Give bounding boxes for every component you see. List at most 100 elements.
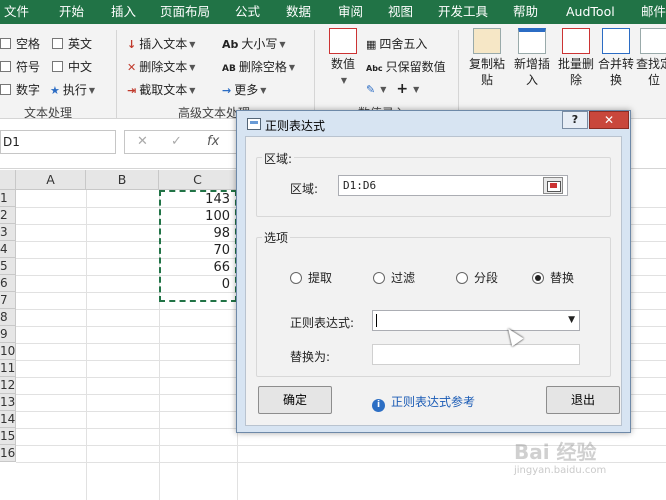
row-header[interactable]: 5 xyxy=(0,258,16,275)
menu-insert[interactable]: 插入 xyxy=(111,0,136,24)
cancel-icon[interactable]: ✕ xyxy=(137,134,148,149)
menu-help[interactable]: 帮助 xyxy=(513,0,538,24)
group-divider xyxy=(458,30,459,118)
chevron-down-icon: ▼ xyxy=(88,86,96,95)
chevron-down-icon: ▼ xyxy=(260,86,267,95)
chevron-down-icon: ▼ xyxy=(279,40,286,49)
case-button[interactable]: Ab 大小写 ▼ xyxy=(222,35,286,52)
check-chinese[interactable]: 中文 xyxy=(52,58,92,75)
replace-input[interactable] xyxy=(372,344,580,365)
checkbox-icon xyxy=(52,61,63,72)
menu-review[interactable]: 审阅 xyxy=(338,0,363,24)
extract-text-button[interactable]: ⇥ 截取文本 ▼ xyxy=(127,81,195,98)
ok-button[interactable]: 确定 xyxy=(258,386,332,414)
name-box[interactable]: D1 xyxy=(0,130,116,154)
help-button[interactable]: ? xyxy=(562,111,588,129)
find-locate-button[interactable]: 查找定位 xyxy=(636,28,666,88)
radio-selected-icon xyxy=(532,272,544,284)
row-header[interactable]: 11 xyxy=(0,360,16,377)
row-header[interactable]: 1 xyxy=(0,190,16,207)
row-header[interactable]: 9 xyxy=(0,326,16,343)
row-header[interactable]: 10 xyxy=(0,343,16,360)
menu-developer[interactable]: 开发工具 xyxy=(438,0,488,24)
regex-label: 正则表达式: xyxy=(290,316,355,330)
row-header[interactable]: 14 xyxy=(0,411,16,428)
merge-convert-button[interactable]: 合并转换 xyxy=(598,28,634,88)
more-button[interactable]: → 更多 ▼ xyxy=(222,81,266,98)
chevron-down-icon[interactable]: ▼ xyxy=(568,315,575,325)
row-header[interactable]: 3 xyxy=(0,224,16,241)
delete-rows-icon xyxy=(562,28,590,54)
delete-text-icon: ✕ xyxy=(127,61,137,74)
menu-audtool[interactable]: AudTool xyxy=(566,0,615,24)
menu-home[interactable]: 开始 xyxy=(59,0,84,24)
copy-paste-button[interactable]: 复制粘贴 xyxy=(466,28,508,88)
menu-page-layout[interactable]: 页面布局 xyxy=(160,0,210,24)
radio-icon xyxy=(456,272,468,284)
chevron-down-icon: ▼ xyxy=(413,85,420,94)
case-icon: Ab xyxy=(222,38,239,51)
row-header[interactable]: 7 xyxy=(0,292,16,309)
range-input[interactable]: D1:D6 xyxy=(338,175,568,196)
checkbox-icon xyxy=(0,61,11,72)
check-space[interactable]: 空格 xyxy=(0,35,40,52)
ribbon: 空格 英文 符号 中文 数字 ★ 执行 ▼ 文本处理 ↓ 插入文本 ▼ ✕ 删除文本 ▼ ⇥… xyxy=(0,24,666,120)
range-label: 区域: xyxy=(290,182,319,196)
execute-button[interactable]: ★ 执行 ▼ xyxy=(50,81,95,98)
regex-combobox[interactable]: ▼ xyxy=(372,310,580,331)
row-header[interactable]: 6 xyxy=(0,275,16,292)
radio-extract[interactable]: 提取 xyxy=(290,269,332,286)
row-header[interactable]: 15 xyxy=(0,428,16,445)
menu-view[interactable]: 视图 xyxy=(388,0,413,24)
delete-text-button[interactable]: ✕ 删除文本 ▼ xyxy=(127,58,195,75)
formula-buttons: ✕ ✓ fx xyxy=(124,130,240,154)
regex-reference-link[interactable]: i 正则表达式参考 xyxy=(372,393,475,412)
menu-data[interactable]: 数据 xyxy=(286,0,311,24)
menu-bar: 文件 开始 插入 页面布局 公式 数据 审阅 视图 开发工具 帮助 AudToo… xyxy=(0,0,666,24)
exit-button[interactable]: 退出 xyxy=(546,386,620,414)
checkbox-icon xyxy=(0,38,11,49)
radio-split[interactable]: 分段 xyxy=(456,269,498,286)
column-header-a[interactable]: A xyxy=(16,170,86,190)
regex-dialog: 正则表达式 ? ✕ 区域: 区域: D1:D6 选项 提取 过滤 分段 替换 正… xyxy=(236,110,631,433)
batch-delete-button[interactable]: 批量删除 xyxy=(556,28,596,88)
menu-mail[interactable]: 邮件 xyxy=(641,0,666,24)
enter-icon[interactable]: ✓ xyxy=(171,134,182,149)
keep-value-button[interactable]: Abc 只保留数值 xyxy=(366,58,446,75)
menu-formulas[interactable]: 公式 xyxy=(235,0,260,24)
dialog-title: 正则表达式 xyxy=(265,119,326,133)
check-number[interactable]: 数字 xyxy=(0,81,40,98)
options-section-title: 选项 xyxy=(262,229,291,246)
insert-text-button[interactable]: ↓ 插入文本 ▼ xyxy=(127,35,195,52)
row-header[interactable]: 4 xyxy=(0,241,16,258)
row-header[interactable]: 13 xyxy=(0,394,16,411)
column-header-b[interactable]: B xyxy=(86,170,159,190)
insert-rows-icon xyxy=(518,28,546,54)
chevron-down-icon: ▼ xyxy=(189,86,196,95)
group-divider xyxy=(116,30,117,118)
extra-tools-button[interactable]: ✎ ▼ + ▼ xyxy=(366,81,419,97)
fx-icon[interactable]: fx xyxy=(207,134,219,149)
menu-file[interactable]: 文件 xyxy=(4,0,29,24)
execute-icon: ★ xyxy=(50,84,60,97)
check-english[interactable]: 英文 xyxy=(52,35,92,52)
radio-replace[interactable]: 替换 xyxy=(532,269,574,286)
insert-text-icon: ↓ xyxy=(127,38,137,51)
checkbox-icon xyxy=(0,84,11,95)
add-insert-button[interactable]: 新增插入 xyxy=(510,28,554,88)
delete-space-button[interactable]: AB 删除空格 ▼ xyxy=(222,58,295,75)
column-header-c[interactable]: C xyxy=(159,170,237,190)
row-header[interactable]: 2 xyxy=(0,207,16,224)
check-symbol[interactable]: 符号 xyxy=(0,58,40,75)
row-header[interactable]: 8 xyxy=(0,309,16,326)
row-header[interactable]: 16 xyxy=(0,445,16,462)
close-button[interactable]: ✕ xyxy=(589,111,629,129)
range-picker-icon[interactable] xyxy=(543,177,563,194)
round-button[interactable]: ▦ 四舍五入 xyxy=(366,35,427,52)
row-header[interactable]: 12 xyxy=(0,377,16,394)
select-all-corner[interactable] xyxy=(0,170,16,190)
column-gridline xyxy=(86,190,87,500)
radio-filter[interactable]: 过滤 xyxy=(373,269,415,286)
numeric-button[interactable]: 数值 ▼ xyxy=(326,28,360,89)
radio-icon xyxy=(290,272,302,284)
